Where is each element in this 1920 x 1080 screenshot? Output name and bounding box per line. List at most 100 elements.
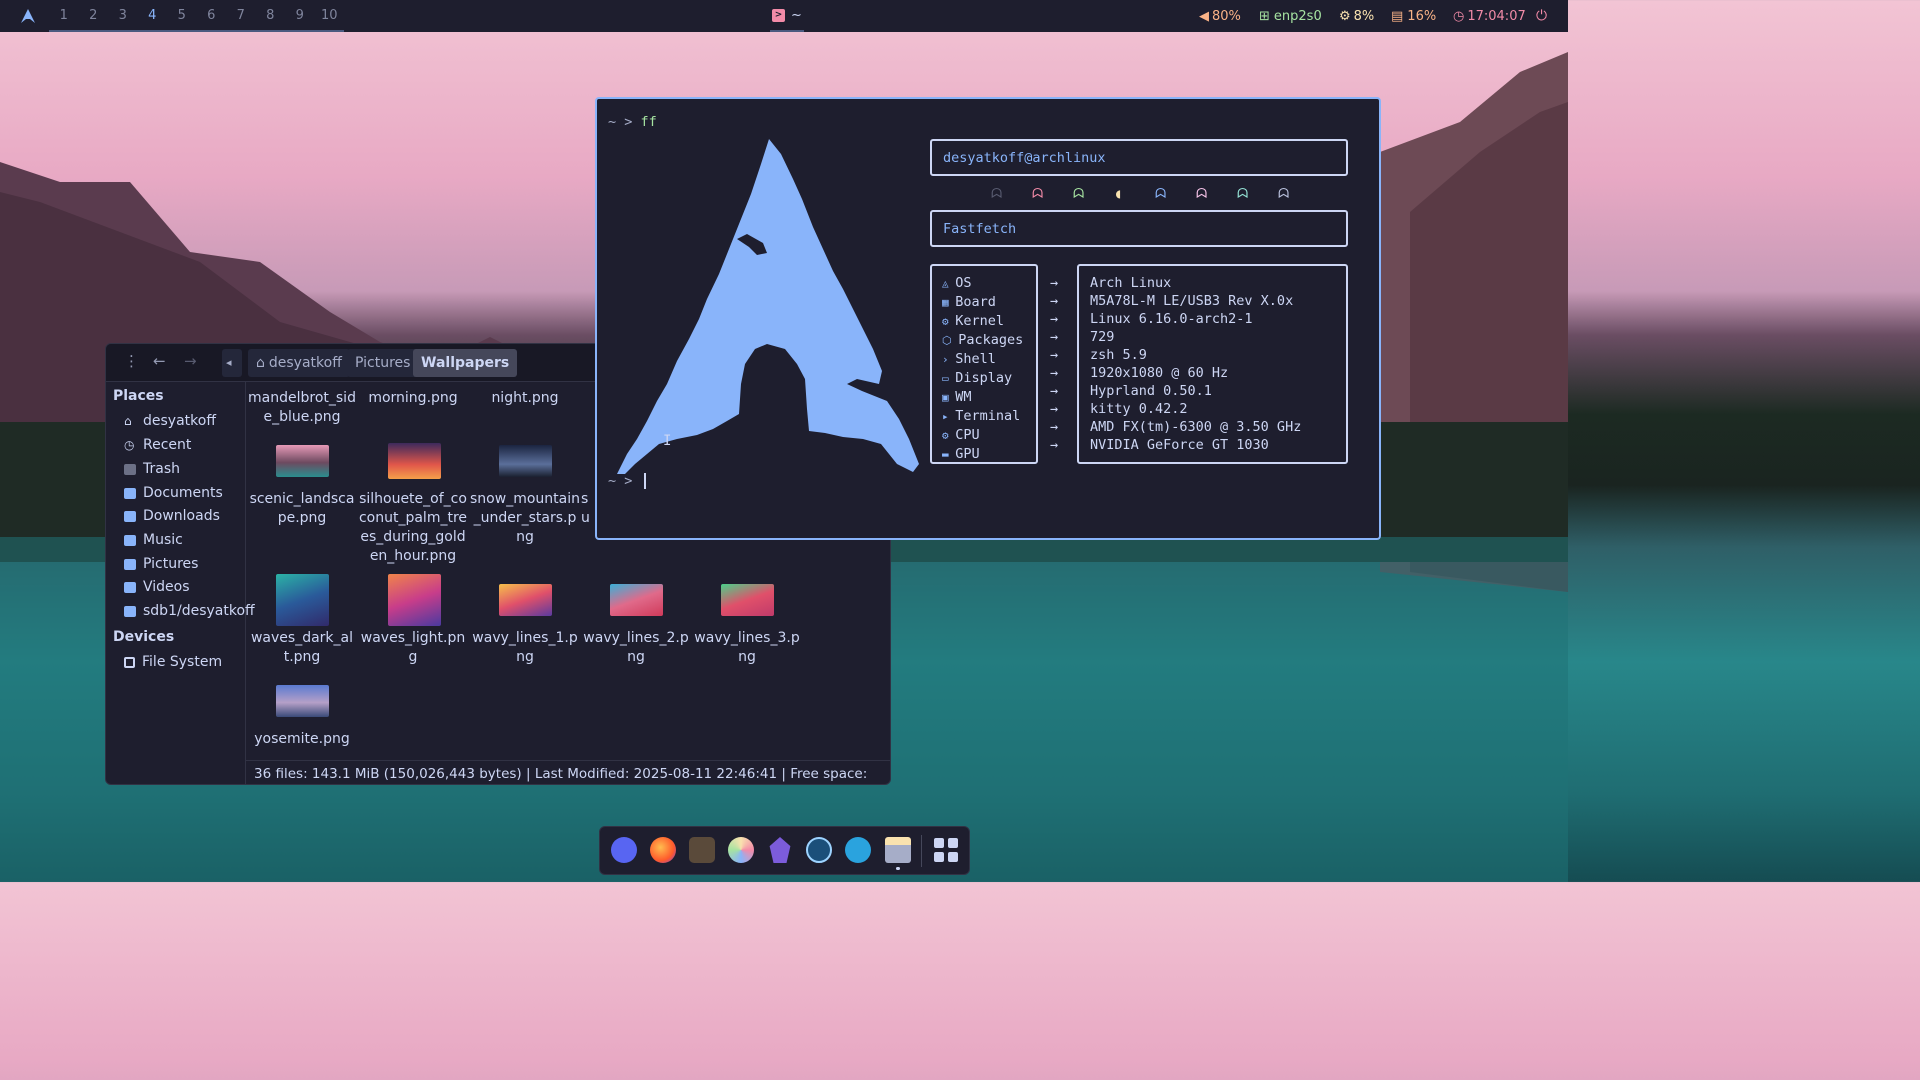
thumbnail-image[interactable] xyxy=(276,685,329,717)
breadcrumb-home[interactable]: ⌂ desyatkoff xyxy=(248,349,350,377)
thumbnail-image[interactable] xyxy=(388,443,441,479)
info-label-icon: ⬡ xyxy=(942,334,959,347)
workspace-7[interactable]: 7 xyxy=(226,8,256,23)
folder-icon xyxy=(124,605,136,617)
file-item[interactable]: mandelbrot_side_blue.png xyxy=(247,389,357,427)
workspace-4[interactable]: 4 xyxy=(138,8,168,23)
file-item[interactable]: morning.png xyxy=(358,389,468,408)
arch-logo-icon[interactable] xyxy=(13,0,43,32)
sidebar-item-pictures[interactable]: Pictures xyxy=(124,556,198,572)
top-bar: 1 2 3 4 5 6 7 8 9 10 > ~ ◀ 80% ⊞ enp2s0 ⚙ 8… xyxy=(0,0,1568,32)
info-label-row: ◬ OS xyxy=(942,274,1023,293)
info-value: NVIDIA GeForce GT 1030 xyxy=(1090,437,1269,453)
thumbnail-image[interactable] xyxy=(499,445,552,477)
sidebar-item-filesystem[interactable]: File System xyxy=(124,654,222,670)
file-item[interactable]: snow_mountain_under_stars.png xyxy=(470,490,580,547)
info-label: Kernel xyxy=(955,313,1005,329)
sidebar-item-documents[interactable]: Documents xyxy=(124,485,223,501)
terminal-window[interactable]: ~ > ff I ~ > desyatkoff@archlinux ᗣ ᗣ ᗣ … xyxy=(595,97,1381,540)
file-item[interactable]: yosemite.png xyxy=(247,730,357,749)
cpu-widget[interactable]: ⚙ 8% xyxy=(1339,0,1374,32)
obsidian-icon[interactable] xyxy=(769,837,791,863)
prompt-line: ~ > ff xyxy=(608,114,657,130)
workspace-8[interactable]: 8 xyxy=(256,8,286,23)
file-item[interactable]: waves_dark_alt.png xyxy=(247,629,357,667)
workspace-9[interactable]: 9 xyxy=(285,8,315,23)
workspace-3[interactable]: 3 xyxy=(108,8,138,23)
sidebar-item-home[interactable]: ⌂ desyatkoff xyxy=(124,413,216,429)
file-item[interactable]: su xyxy=(581,490,593,528)
workspace-1[interactable]: 1 xyxy=(49,8,79,23)
sidebar-item-recent[interactable]: ◷ Recent xyxy=(124,437,191,453)
values-box: Arch Linux M5A78L-M LE/USB3 Rev X.0x Linux… xyxy=(1077,264,1348,464)
steam-icon[interactable] xyxy=(806,837,832,863)
network-widget[interactable]: ⊞ enp2s0 xyxy=(1259,0,1322,32)
files-icon[interactable] xyxy=(885,837,911,863)
ghost-icon: ᗣ xyxy=(991,186,1003,202)
browser-icon[interactable] xyxy=(728,837,754,863)
workspace-6[interactable]: 6 xyxy=(197,8,227,23)
file-item[interactable]: scenic_landscape.png xyxy=(247,490,357,528)
sidebar-item-music[interactable]: Music xyxy=(124,532,183,548)
thumbnail-image[interactable] xyxy=(276,445,329,477)
forward-arrow-icon[interactable]: → xyxy=(184,352,197,370)
thumbnail-image[interactable] xyxy=(499,584,552,616)
sidebar-item-trash[interactable]: Trash xyxy=(124,461,180,477)
thumbnail-image[interactable] xyxy=(721,584,774,616)
cpu-value: 8% xyxy=(1353,8,1375,24)
clock-icon: ◷ xyxy=(1453,8,1465,24)
breadcrumb-left-icon[interactable]: ◂ xyxy=(222,349,242,377)
file-item[interactable]: night.png xyxy=(470,389,580,408)
breadcrumb-pictures[interactable]: Pictures xyxy=(347,349,419,377)
file-item[interactable]: wavy_lines_2.png xyxy=(581,629,691,667)
sidebar-item-sdb1[interactable]: sdb1/desyatkoff xyxy=(124,603,255,619)
info-label-row: ⚙ CPU xyxy=(942,426,1023,445)
clock-widget[interactable]: ◷ 17:04:07 xyxy=(1453,0,1526,32)
sidebar-item-label: sdb1/desyatkoff xyxy=(143,603,255,619)
back-arrow-icon[interactable]: ← xyxy=(153,352,166,370)
sidebar-item-videos[interactable]: Videos xyxy=(124,579,190,595)
window-title-text: ~ xyxy=(791,7,802,23)
clock-value: 17:04:07 xyxy=(1467,8,1526,24)
info-arrow: → xyxy=(1050,437,1059,453)
app-grid-icon[interactable] xyxy=(934,838,958,862)
discord-icon[interactable] xyxy=(611,837,637,863)
terminal-icon[interactable] xyxy=(689,837,715,863)
info-label-row: ▬ GPU xyxy=(942,445,1023,464)
breadcrumb-wallpapers[interactable]: Wallpapers xyxy=(413,349,518,377)
file-item[interactable]: wavy_lines_1.png xyxy=(470,629,580,667)
command: ff xyxy=(640,114,657,130)
file-item[interactable]: silhouete_of_coconut_palm_trees_during_g… xyxy=(358,490,468,566)
workspace-10[interactable]: 10 xyxy=(315,8,345,23)
workspace-5[interactable]: 5 xyxy=(167,8,197,23)
volume-widget[interactable]: ◀ 80% xyxy=(1199,0,1241,32)
info-label: GPU xyxy=(955,446,980,462)
file-item[interactable]: wavy_lines_3.png xyxy=(692,629,802,667)
info-label: Display xyxy=(955,370,1013,386)
thumbnail-image[interactable] xyxy=(388,574,441,626)
menu-kebab-icon[interactable]: ⋮ xyxy=(124,352,139,370)
thumbnail-image[interactable] xyxy=(276,574,329,626)
active-indicator xyxy=(896,867,900,870)
info-arrow: → xyxy=(1050,293,1059,309)
breadcrumb-home-label: desyatkoff xyxy=(268,355,342,371)
telegram-icon[interactable] xyxy=(845,837,871,863)
sidebar-item-downloads[interactable]: Downloads xyxy=(124,508,220,524)
speaker-icon: ◀ xyxy=(1199,8,1209,24)
info-value: zsh 5.9 xyxy=(1090,347,1147,363)
sidebar-item-label: Trash xyxy=(143,461,180,477)
fastfetch-title: Fastfetch xyxy=(943,221,1017,237)
info-label-row: ▭ Display xyxy=(942,369,1023,388)
sidebar-item-label: Pictures xyxy=(143,556,199,572)
info-label-icon: ▸ xyxy=(942,410,956,423)
workspace-2[interactable]: 2 xyxy=(79,8,109,23)
dock-divider xyxy=(921,835,922,867)
firefox-icon[interactable] xyxy=(650,837,676,863)
info-arrow: → xyxy=(1050,401,1059,417)
file-item[interactable]: waves_light.png xyxy=(358,629,468,667)
power-icon[interactable]: ⏻ xyxy=(1536,0,1547,32)
prompt: ~ > xyxy=(608,473,633,489)
thumbnail-image[interactable] xyxy=(610,584,663,616)
sidebar-item-label: Videos xyxy=(143,579,190,595)
memory-widget[interactable]: ▤ 16% xyxy=(1391,0,1436,32)
